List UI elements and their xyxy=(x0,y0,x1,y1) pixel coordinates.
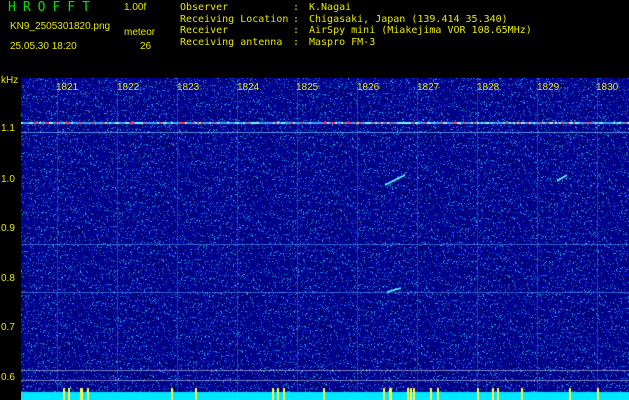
info-sep: : xyxy=(293,2,300,13)
x-tick-label: 1821 xyxy=(56,82,79,93)
station-info: Observer: K.Nagai Receiving Location: Chig… xyxy=(180,2,532,48)
x-tick-label: 1822 xyxy=(117,82,140,93)
y-tick-label: 1.0 xyxy=(1,174,15,185)
info-key: Receiving antenna xyxy=(180,36,283,48)
x-tick-label: 1825 xyxy=(296,82,319,93)
y-tick-label: 0.9 xyxy=(1,223,15,234)
info-row-receiver: Receiver: AirSpy mini (Miakejima VOR 108.… xyxy=(180,25,532,37)
y-tick-label: 0.7 xyxy=(1,322,15,333)
x-tick-label: 1824 xyxy=(237,82,260,93)
app-title: HROFFT xyxy=(8,0,97,15)
info-key: Receiver xyxy=(180,25,229,36)
info-value: Maspro FM-3 xyxy=(309,36,376,48)
x-tick-label: 1827 xyxy=(417,82,440,93)
info-key: Observer xyxy=(180,2,229,13)
version-label: 1.00f xyxy=(124,2,147,13)
info-sep: : xyxy=(293,36,300,48)
y-tick-label: 0.6 xyxy=(1,372,15,383)
info-key: Receiving Location xyxy=(180,13,289,25)
y-axis-unit: kHz xyxy=(1,75,19,86)
filename-label: KN9_2505301820.png xyxy=(10,21,111,32)
info-sep: : xyxy=(293,25,300,36)
info-sep: : xyxy=(293,13,300,25)
x-tick-label: 1830 xyxy=(596,82,619,93)
x-tick-label: 1828 xyxy=(477,82,500,93)
info-value: AirSpy mini (Miakejima VOR 108.65MHz) xyxy=(309,25,532,36)
mode-label: meteor xyxy=(124,27,156,38)
x-tick-label: 1823 xyxy=(177,82,200,93)
info-row-location: Receiving Location: Chigasaki, Japan (139… xyxy=(180,14,532,26)
info-row-observer: Observer: K.Nagai xyxy=(180,2,532,14)
timestamp-label: 25.05.30 18:20 xyxy=(10,41,77,52)
y-tick-label: 0.8 xyxy=(1,273,15,284)
y-tick-label: 1.1 xyxy=(1,123,15,134)
info-value: K.Nagai xyxy=(309,2,352,13)
spectrogram-canvas xyxy=(21,78,629,400)
info-row-antenna: Receiving antenna: Maspro FM-3 xyxy=(180,37,532,49)
x-tick-label: 1826 xyxy=(357,82,380,93)
header-panel: HROFFT 1.00f KN9_2505301820.png meteor 2… xyxy=(0,0,629,75)
x-tick-label: 1829 xyxy=(537,82,560,93)
meteor-count: 26 xyxy=(140,41,152,52)
info-value: Chigasaki, Japan (139.414 35.340) xyxy=(309,13,508,25)
